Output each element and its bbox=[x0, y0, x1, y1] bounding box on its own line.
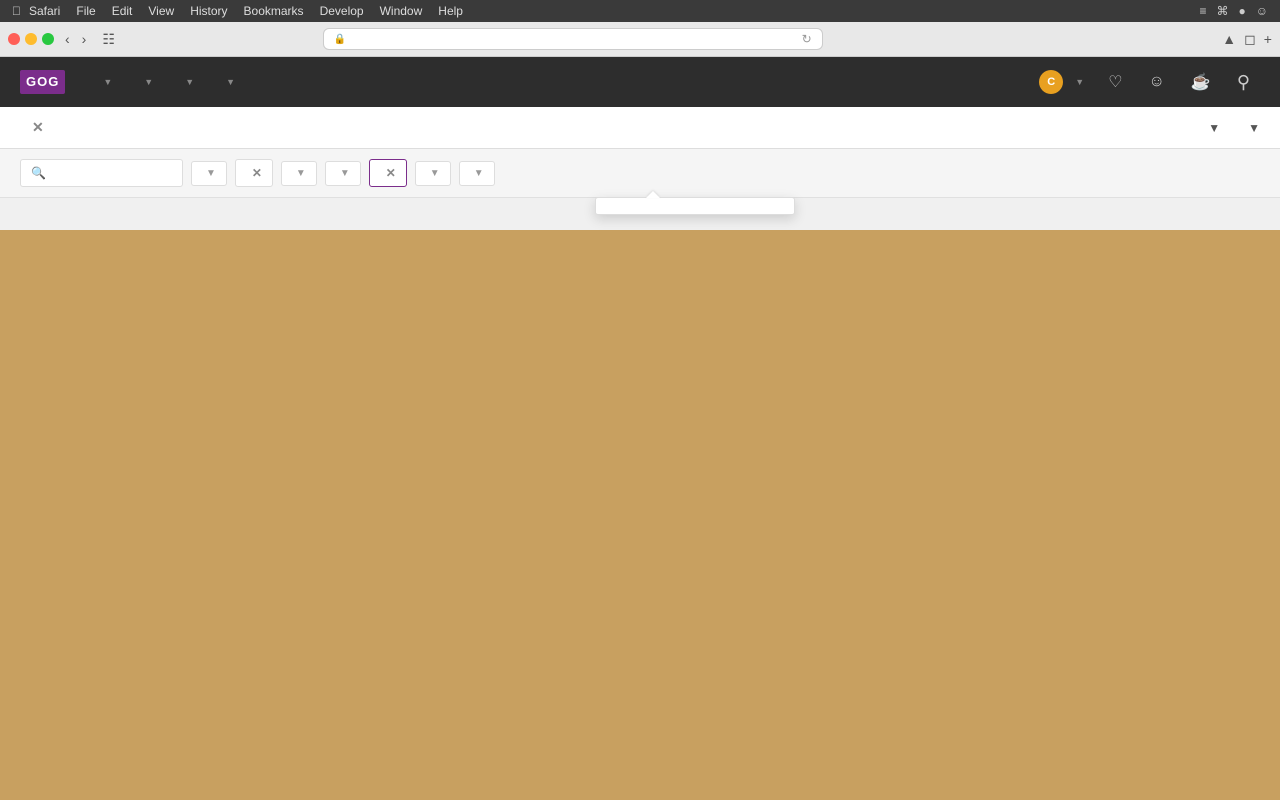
order-arrow-icon: ▼ bbox=[1208, 121, 1220, 135]
add-to-reading-list-button[interactable]: + bbox=[1264, 31, 1272, 48]
gog-website: GOG ▼ ▼ ▼ ▼ C ▼ bbox=[0, 57, 1280, 230]
user-account-icon[interactable]: ☺ bbox=[1256, 4, 1268, 18]
release-clear-icon[interactable]: ✕ bbox=[386, 166, 396, 180]
traffic-lights bbox=[8, 33, 54, 45]
system-filter[interactable]: ✕ bbox=[235, 159, 273, 187]
reload-button[interactable]: ↻ bbox=[802, 32, 812, 46]
share-button[interactable]: ▲ bbox=[1222, 31, 1236, 48]
order-by-dropdown[interactable]: ▼ bbox=[1200, 121, 1220, 135]
develop-menu[interactable]: Develop bbox=[320, 4, 364, 18]
friends-icon: ☺ bbox=[1149, 73, 1165, 91]
about-nav-item[interactable]: ▼ bbox=[126, 57, 167, 107]
address-bar[interactable]: 🔒 ↻ bbox=[323, 28, 823, 50]
genre-filter[interactable]: ▼ bbox=[191, 161, 227, 186]
support-arrow-icon: ▼ bbox=[226, 77, 235, 87]
bookmarks-menu[interactable]: Bookmarks bbox=[244, 4, 304, 18]
system-clear-icon[interactable]: ✕ bbox=[252, 166, 262, 180]
back-button[interactable]: ‹ bbox=[60, 29, 75, 49]
browser-toolbar: ‹ › ☷ 🔒 ↻ ▲ ◻ + bbox=[0, 22, 1280, 57]
fullscreen-window-button[interactable] bbox=[42, 33, 54, 45]
about-arrow-icon: ▼ bbox=[144, 77, 153, 87]
apple-menu[interactable]:  bbox=[12, 4, 21, 18]
logo-top: GOG bbox=[26, 74, 59, 90]
wifi-icon[interactable]: ⌘ bbox=[1216, 4, 1228, 18]
new-tab-button[interactable]: ◻ bbox=[1244, 31, 1256, 48]
minimize-window-button[interactable] bbox=[25, 33, 37, 45]
cart-icon: ☕ bbox=[1191, 72, 1211, 92]
search-spotlight-icon[interactable]: ● bbox=[1238, 4, 1245, 18]
company-arrow-icon: ▼ bbox=[430, 168, 440, 179]
friends-button[interactable]: ☺ bbox=[1139, 73, 1177, 91]
view-by-dropdown[interactable]: ▼ bbox=[1240, 121, 1260, 135]
filters-row: 🔍 ▼ ✕ ▼ ▼ ✕ ▼ ▼ bbox=[0, 149, 1280, 198]
forward-button[interactable]: › bbox=[77, 29, 92, 49]
window-menu[interactable]: Window bbox=[380, 4, 423, 18]
price-filter[interactable]: ▼ bbox=[459, 161, 495, 186]
release-dropdown-popup bbox=[595, 197, 795, 215]
file-menu[interactable]: File bbox=[76, 4, 95, 18]
help-menu[interactable]: Help bbox=[438, 4, 463, 18]
site-navigation: GOG ▼ ▼ ▼ ▼ C ▼ bbox=[0, 57, 1280, 107]
store-arrow-icon: ▼ bbox=[103, 77, 112, 87]
community-nav-item[interactable]: ▼ bbox=[167, 57, 208, 107]
search-icon: 🔍 bbox=[31, 166, 46, 180]
sidebar-button[interactable]: ☷ bbox=[97, 29, 120, 50]
price-arrow-icon: ▼ bbox=[474, 168, 484, 179]
view-menu[interactable]: View bbox=[148, 4, 174, 18]
cart-button[interactable]: ☕ bbox=[1181, 72, 1223, 92]
store-nav-item[interactable]: ▼ bbox=[85, 57, 126, 107]
search-button[interactable]: ⚲ bbox=[1227, 72, 1260, 93]
notifications-button[interactable]: ♡ bbox=[1098, 72, 1134, 92]
bell-icon: ♡ bbox=[1108, 72, 1122, 92]
genre-arrow-icon: ▼ bbox=[206, 168, 216, 179]
nav-menu-items: ▼ ▼ ▼ ▼ bbox=[85, 57, 249, 107]
search-input[interactable] bbox=[52, 166, 172, 180]
edit-menu[interactable]: Edit bbox=[112, 4, 133, 18]
browser-action-buttons: ▲ ◻ + bbox=[1222, 31, 1272, 48]
clear-x-icon: ✕ bbox=[32, 119, 44, 136]
language-filter[interactable]: ▼ bbox=[281, 161, 317, 186]
avatar: C bbox=[1039, 70, 1063, 94]
gog-logo[interactable]: GOG bbox=[20, 70, 65, 94]
nav-right-section: C ▼ ♡ ☺ ☕ ⚲ bbox=[1029, 70, 1260, 94]
user-arrow-icon: ▼ bbox=[1075, 77, 1084, 87]
user-menu[interactable]: C ▼ bbox=[1029, 70, 1094, 94]
language-arrow-icon: ▼ bbox=[296, 168, 306, 179]
features-filter[interactable]: ▼ bbox=[325, 161, 361, 186]
support-nav-item[interactable]: ▼ bbox=[208, 57, 249, 107]
toolbar-right: ▼ ▼ bbox=[1200, 121, 1260, 135]
history-menu[interactable]: History bbox=[190, 4, 227, 18]
dropdown-arrow bbox=[646, 191, 660, 198]
games-toolbar: ✕ ▼ ▼ bbox=[0, 107, 1280, 149]
view-arrow-icon: ▼ bbox=[1248, 121, 1260, 135]
ssl-lock-icon: 🔒 bbox=[334, 34, 346, 45]
community-arrow-icon: ▼ bbox=[185, 77, 194, 87]
features-arrow-icon: ▼ bbox=[340, 168, 350, 179]
release-filter[interactable]: ✕ bbox=[369, 159, 407, 187]
safari-menu[interactable]: Safari bbox=[29, 4, 60, 18]
close-window-button[interactable] bbox=[8, 33, 20, 45]
navigation-buttons: ‹ › bbox=[60, 29, 91, 49]
notification-center-icon[interactable]: ≡ bbox=[1199, 4, 1206, 18]
search-filter[interactable]: 🔍 bbox=[20, 159, 183, 187]
company-filter[interactable]: ▼ bbox=[415, 161, 451, 186]
clear-filters-button[interactable]: ✕ bbox=[32, 119, 48, 136]
mac-menu-bar:  Safari File Edit View History Bookmark… bbox=[0, 0, 1280, 22]
